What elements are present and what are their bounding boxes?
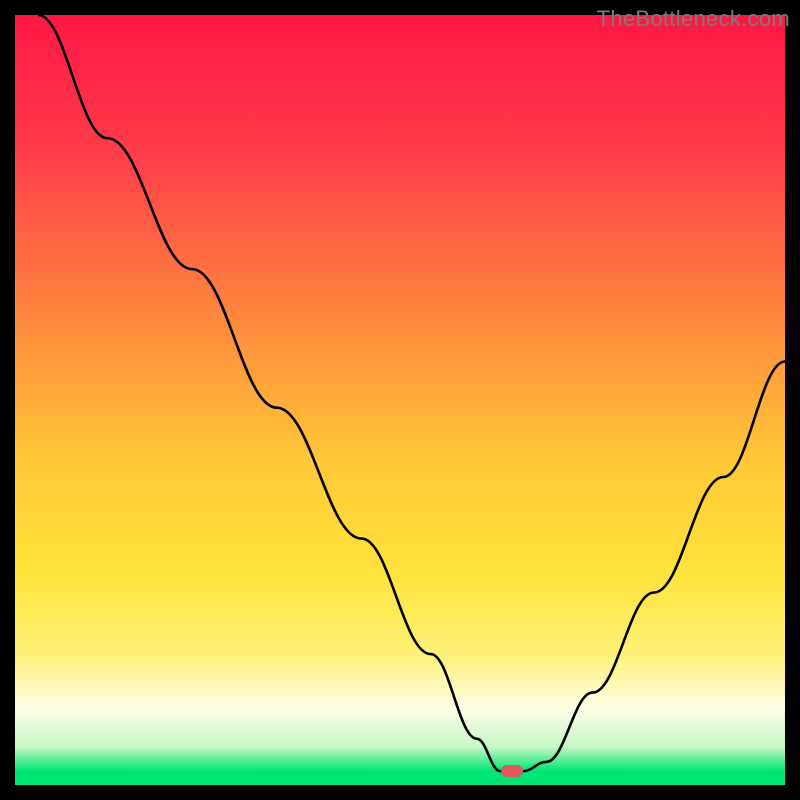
optimal-marker	[501, 765, 523, 777]
chart-plot-area	[15, 15, 785, 785]
bottleneck-curve-path	[38, 15, 785, 771]
curve-overlay	[15, 15, 785, 785]
watermark-text: TheBottleneck.com	[597, 6, 790, 32]
